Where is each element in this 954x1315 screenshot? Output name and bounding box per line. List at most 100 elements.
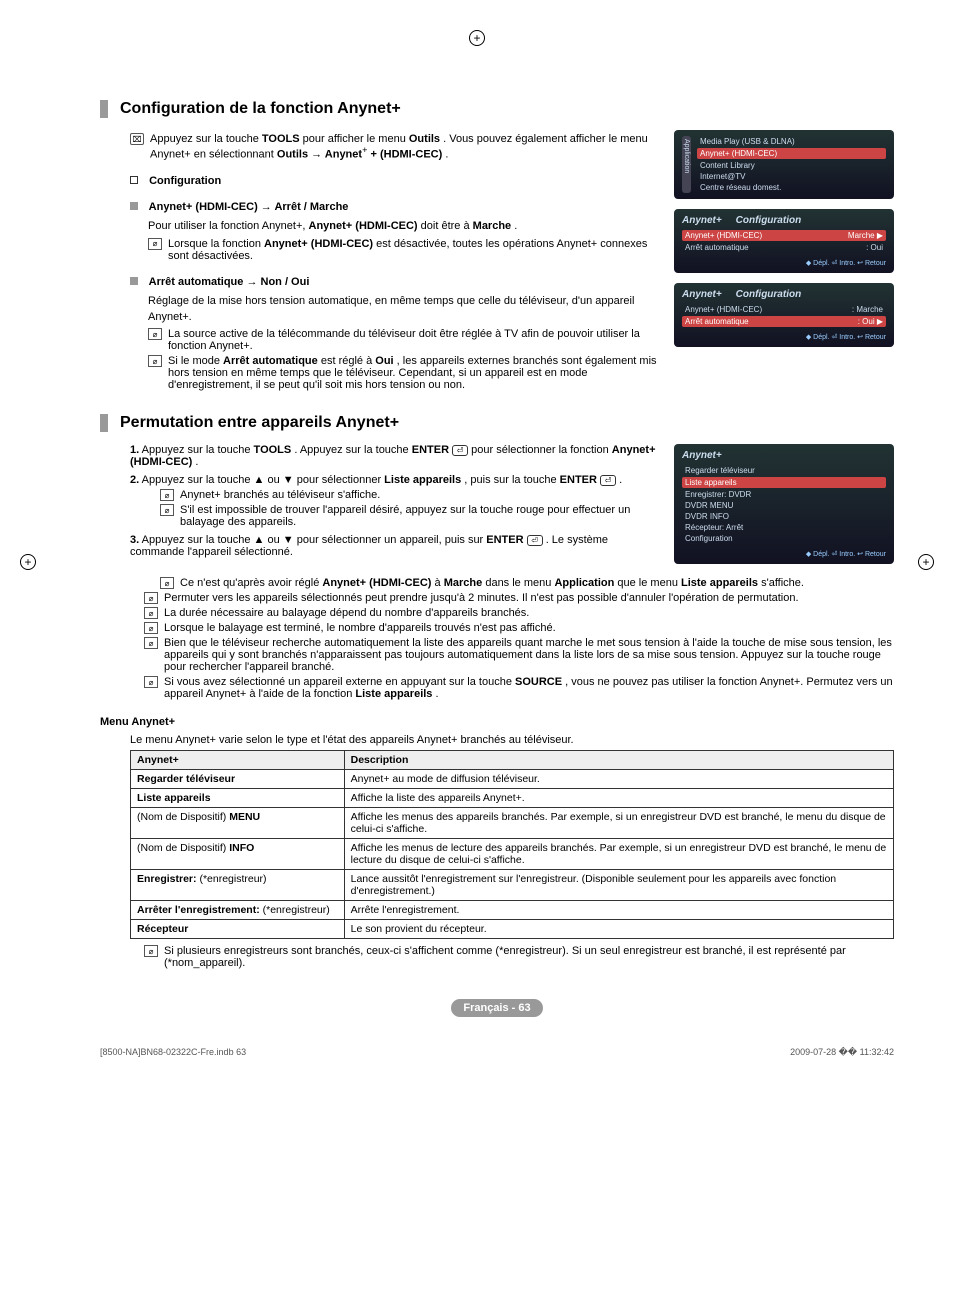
enter-icon: ⏎ [452,445,468,456]
txt: Liste appareils [384,474,461,486]
page-number-pill: Français - 63 [451,999,542,1017]
note-text: Ce n'est qu'après avoir réglé Anynet+ (H… [180,577,804,589]
arret-auto-note1: ⌀ La source active de la télécommande du… [148,328,662,352]
chevron-right-icon: ▶ [877,317,883,326]
txt: Anynet+ (HDMI-CEC) [309,220,418,232]
note-text: Permuter vers les appareils sélectionnés… [164,592,799,604]
anynet-hdmi-heading: Anynet+ (HDMI-CEC) → Arrêt / Marche [130,201,662,213]
txt: Ce n'est qu'après avoir réglé [180,577,322,589]
note-icon: ⌀ [148,355,162,367]
square-bullet-icon [130,176,138,184]
txt: : Oui [858,317,875,326]
txt: , puis sur la touche [464,474,559,486]
txt: Liste appareils [355,688,432,700]
txt: INFO [229,842,254,854]
table-row: (Nom de Dispositif) INFO Affiche les men… [131,839,894,870]
osd-row-selected: Liste appareils [682,477,886,488]
table-row: Liste appareils Affiche la liste des app… [131,789,894,808]
osd-config-1: Anynet+ Configuration Anynet+ (HDMI-CEC)… [674,209,894,273]
osd-row: Media Play (USB & DLNA) [697,136,886,147]
txt: Configuration [149,175,221,187]
osd-row-selected: Anynet+ (HDMI-CEC) Marche ▶ [682,230,886,241]
step2-note2: ⌀ S'il est impossible de trouver l'appar… [160,504,662,528]
txt: SOURCE [515,676,562,688]
table-row: Arrêter l'enregistrement: (*enregistreur… [131,901,894,920]
txt: (*enregistreur) [197,873,267,885]
square-bullet-icon [130,277,138,285]
osd-row: Arrêt automatique : Oui [682,242,886,253]
txt: Centre réseau domest. [700,183,781,192]
menu-anynet-heading: Menu Anynet+ [100,716,894,728]
note-text: La durée nécessaire au balayage dépend d… [164,607,529,619]
txt: Anynet+ [682,215,722,226]
txt: Anynet+ [682,289,722,300]
txt: Anynet+ (HDMI-CEC) [322,577,431,589]
txt: est réglé à [321,355,375,367]
txt: Enregistrer: [137,873,197,885]
print-timestamp: 2009-07-28 �� 11:32:42 [790,1047,894,1058]
osd-device-list: Anynet+ Regarder téléviseur Liste appare… [674,444,894,564]
txt: TOOLS [262,133,300,145]
txt: (Nom de Dispositif) [137,811,229,823]
note-text: Si plusieurs enregistreurs sont branchés… [164,945,894,969]
osd-application-menu: Application Media Play (USB & DLNA) Anyn… [674,130,894,199]
osd-row: Anynet+ (HDMI-CEC) : Marche [682,304,886,315]
txt: + (HDMI-CEC) [370,149,442,161]
permutation-two-col: 1. Appuyez sur la touche TOOLS . Appuyez… [100,444,894,574]
osd-title: Anynet+ [682,450,886,461]
table-row: Regarder téléviseur Anynet+ au mode de d… [131,770,894,789]
configuration-subheading: Configuration [130,175,662,187]
section-title-config: Configuration de la fonction Anynet+ [100,100,894,118]
table-row: Récepteur Le son provient du récepteur. [131,920,894,939]
perm-bullet2: ⌀ La durée nécessaire au balayage dépend… [144,607,894,619]
note-text: Lorsque la fonction Anynet+ (HDMI-CEC) e… [168,238,662,262]
txt: Configuration [736,289,802,300]
osd-row-selected: Arrêt automatique : Oui ▶ [682,316,886,327]
menu-footnote: ⌀ Si plusieurs enregistreurs sont branch… [144,945,894,969]
txt: : Oui [866,243,883,252]
cell: Affiche les menus des appareils branchés… [344,808,893,839]
registration-mark-right [918,554,934,570]
cell: Arrête l'enregistrement. [344,901,893,920]
txt: MENU [229,811,260,823]
cell: Affiche la liste des appareils Anynet+. [344,789,893,808]
cell: Anynet+ au mode de diffusion téléviseur. [344,770,893,789]
txt: Arrêt automatique → Non / Oui [149,276,310,288]
th-description: Description [344,751,893,770]
osd-row: DVDR MENU [682,500,886,511]
arret-auto-heading: Arrêt automatique → Non / Oui [130,276,662,288]
cell: Le son provient du récepteur. [344,920,893,939]
perm-bullet1: ⌀ Permuter vers les appareils sélectionn… [144,592,894,604]
txt: Anynet+ (HDMI-CEC) [685,231,762,240]
osd-footer: ◆ Dépl. ⏎ Intro. ↩ Retour [682,550,886,558]
osd-row: Internet@TV [697,171,886,182]
txt: à [435,577,444,589]
txt: Anynet+ (HDMI-CEC) [685,305,762,314]
txt: . Appuyez sur la touche [294,444,411,456]
table-row: (Nom de Dispositif) MENU Affiche les men… [131,808,894,839]
note-icon: ⌀ [144,637,158,649]
cell: (Nom de Dispositif) MENU [131,808,345,839]
step-3: 3. Appuyez sur la touche ▲ ou ▼ pour sél… [130,534,662,558]
cell: Récepteur [131,920,345,939]
section-title-text: Configuration de la fonction Anynet+ [120,100,401,117]
config-two-col: ⌧ Appuyez sur la touche TOOLS pour affic… [100,130,894,394]
txt: Outils → Anynet [277,149,362,161]
note-text: Lorsque le balayage est terminé, le nomb… [164,622,556,634]
note-icon: ⌀ [144,592,158,604]
tools-note-text: Appuyez sur la touche TOOLS pour affiche… [150,133,662,161]
note-icon: ⌀ [144,622,158,634]
osd-footer: ◆ Dépl. ⏎ Intro. ↩ Retour [682,259,886,267]
print-metadata: [8500-NA]BN68-02322C-Fre.indb 63 2009-07… [100,1047,894,1058]
cell: Affiche les menus de lecture des apparei… [344,839,893,870]
perm-bullet3: ⌀ Lorsque le balayage est terminé, le no… [144,622,894,634]
txt: ENTER [560,474,597,486]
txt: Anynet+ (HDMI-CEC) [264,238,373,250]
txt: Outils [409,133,440,145]
cell: (Nom de Dispositif) INFO [131,839,345,870]
osd-footer: ◆ Dépl. ⏎ Intro. ↩ Retour [682,333,886,341]
txt: Marche [473,220,512,232]
txt: Marche [444,577,483,589]
txt: Oui [375,355,393,367]
txt: (*enregistreur) [260,904,330,916]
